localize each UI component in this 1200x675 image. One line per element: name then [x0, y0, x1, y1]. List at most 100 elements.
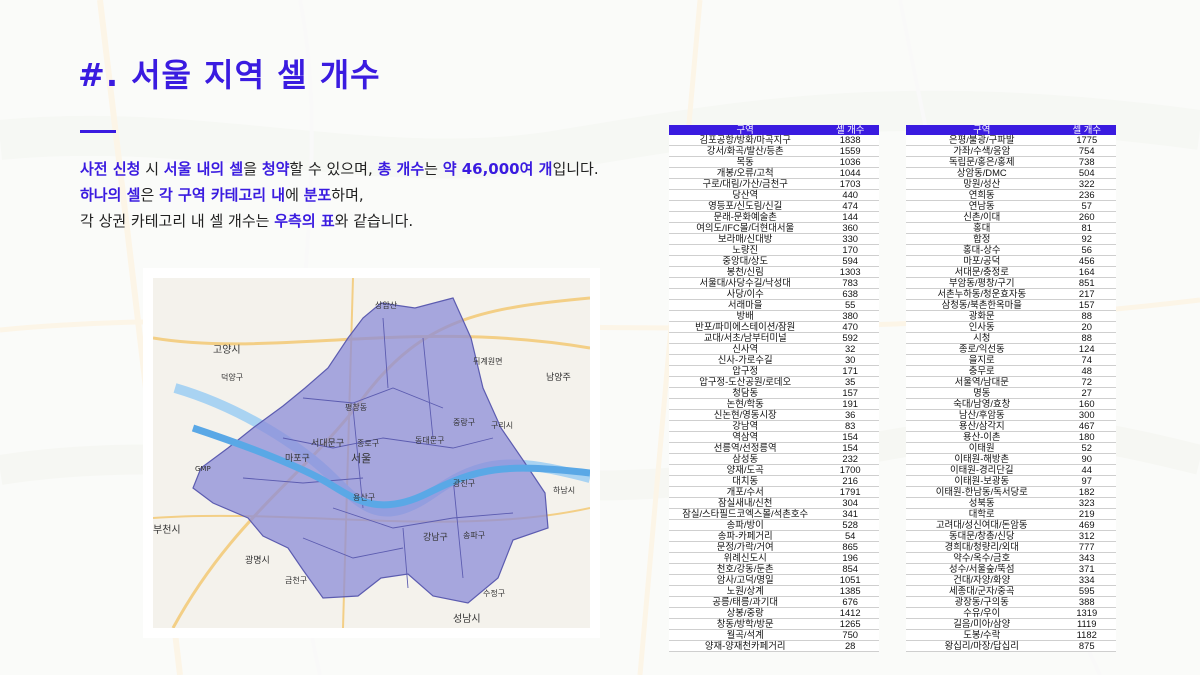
cell-area: 천호/강동/둔촌	[669, 563, 822, 575]
desc-segment: 에	[285, 186, 304, 204]
cell-count: 20	[1057, 321, 1116, 333]
cell-area: 봉천/신림	[669, 266, 822, 278]
cell-area: 대치동	[669, 475, 822, 487]
cell-count: 28	[821, 640, 879, 652]
table-row: 약수/옥수/금호 343	[906, 552, 1116, 564]
cell-area: 시청	[906, 332, 1058, 344]
seoul-map-card: 고양시 덕양구 뒤계원면 남양주 상암산 평창동 서대문구 종로구 동대문구 중…	[143, 268, 600, 638]
table-row: 김포공항/방화/마곡지구 1838	[669, 135, 879, 146]
cell-count: 1559	[821, 145, 879, 157]
table-row: 개포/수서 1791	[669, 486, 879, 498]
cell-count: 322	[1057, 178, 1116, 190]
cell-count: 52	[1057, 442, 1116, 454]
cell-area: 노원/상계	[669, 585, 822, 597]
desc-segment: 청약	[261, 160, 290, 178]
table-row: 방배 380	[669, 310, 879, 322]
cell-area: 이태원-해방촌	[906, 453, 1058, 465]
table-row: 마포/공덕 456	[906, 255, 1116, 267]
cell-count: 343	[1057, 552, 1116, 564]
cell-count: 300	[1057, 409, 1116, 421]
cell-count: 371	[1057, 563, 1116, 575]
table-row: 숙대/남영/효창 160	[906, 398, 1116, 410]
cell-area: 송파/방이	[669, 519, 822, 531]
cell-area: 양재-양재천카페거리	[669, 640, 822, 652]
table-row: 노량진 170	[669, 244, 879, 256]
table-row: 경희대/청량리/외대 777	[906, 541, 1116, 553]
table-row: 당산역 440	[669, 189, 879, 201]
table-row: 신사-가로수길 30	[669, 354, 879, 366]
cell-area: 위례신도시	[669, 552, 822, 564]
table-row: 잠실/스타필드코엑스몰/석촌호수 341	[669, 508, 879, 520]
desc-segment: 할 수 있으며,	[289, 160, 378, 178]
cell-count: 467	[1057, 420, 1116, 432]
table-row: 부암동/평창/구기 851	[906, 277, 1116, 289]
table-row: 용산/삼각지 467	[906, 420, 1116, 432]
table-row: 압구정 171	[669, 365, 879, 377]
desc-segment: 총 개수	[377, 160, 425, 178]
table-row: 이태원-경리단길 44	[906, 464, 1116, 476]
cell-area: 수유/우이	[906, 607, 1058, 619]
cell-count: 83	[821, 420, 879, 432]
table-row: 역삼역 154	[669, 431, 879, 443]
cell-count: 216	[821, 475, 879, 487]
cell-count: 304	[821, 497, 879, 509]
cell-count: 90	[1057, 453, 1116, 465]
cell-area: 강서/화곡/발산/등촌	[669, 145, 822, 157]
table-row: 이태원-한남동/독서당로 182	[906, 486, 1116, 498]
cell-area: 사당/이수	[669, 288, 822, 300]
cell-area: 이태원-한남동/독서당로	[906, 486, 1058, 498]
cell-count: 35	[821, 376, 879, 388]
cell-area: 왕십리/마장/답십리	[906, 640, 1058, 652]
cell-area: 논현/학동	[669, 398, 822, 410]
table-row: 망원/성산 322	[906, 178, 1116, 190]
table-row: 서울역/남대문 72	[906, 376, 1116, 388]
cell-area: 이태원-경리단길	[906, 464, 1058, 476]
map-label-jungnang: 중랑구	[453, 417, 475, 427]
cell-area: 서래마을	[669, 299, 822, 311]
desc-segment: 은	[140, 186, 160, 204]
cell-count: 1319	[1057, 607, 1116, 619]
cell-area: 신논현/영동시장	[669, 409, 822, 421]
table-row: 송파-카페거리 54	[669, 530, 879, 542]
cell-count: 54	[821, 530, 879, 542]
table-row: 창동/방학/방문 1265	[669, 618, 879, 630]
table-row: 합정 92	[906, 233, 1116, 245]
cell-area: 연희동	[906, 189, 1058, 201]
table-row: 잠실새내/신천 304	[669, 497, 879, 509]
table-row: 이태원 52	[906, 442, 1116, 454]
cell-area: 개포/수서	[669, 486, 822, 498]
cell-count: 180	[1057, 431, 1116, 443]
cell-area: 세종대/군자/중곡	[906, 585, 1058, 597]
cell-count: 592	[821, 332, 879, 344]
cell-area: 상암동/DMC	[906, 167, 1058, 179]
table-row: 동대문/창총/신당 312	[906, 530, 1116, 542]
cell-count: 854	[821, 563, 879, 575]
cell-area: 교대/서초/남부터미널	[669, 332, 822, 344]
cell-count: 470	[821, 321, 879, 333]
cell-area: 반포/파미에스테이션/잠원	[669, 321, 822, 333]
map-label-seoul: 서울	[351, 452, 371, 465]
table-row: 노원/상계 1385	[669, 585, 879, 597]
table-row: 왕십리/마장/답십리 875	[906, 640, 1116, 652]
cell-count: 1791	[821, 486, 879, 498]
seoul-map: 고양시 덕양구 뒤계원면 남양주 상암산 평창동 서대문구 종로구 동대문구 중…	[153, 278, 590, 628]
cell-area: 중앙대/상도	[669, 255, 822, 267]
cell-count: 260	[1057, 211, 1116, 223]
table-row: 남산/후암동 300	[906, 409, 1116, 421]
table-row: 대치동 216	[669, 475, 879, 487]
table-row: 논현/학동 191	[669, 398, 879, 410]
desc-segment: 는	[424, 160, 443, 178]
cell-count: 72	[1057, 376, 1116, 388]
cell-area: 여의도/IFC몰/더현대서울	[669, 222, 822, 234]
desc-segment: 사전 신청	[80, 160, 141, 178]
cell-area: 가좌/수색/응암	[906, 145, 1058, 157]
table-row: 문정/가락/거여 865	[669, 541, 879, 553]
cell-count: 219	[1057, 508, 1116, 520]
table-row: 개봉/오류/고척 1044	[669, 167, 879, 179]
page-title: #. 서울 지역 셀 개수	[78, 56, 381, 94]
table-row: 건대/자양/화양 334	[906, 574, 1116, 586]
cell-count: 236	[1057, 189, 1116, 201]
map-label-hanam: 하남시	[553, 485, 575, 495]
table-row: 세종대/군자/중곡 595	[906, 585, 1116, 597]
cell-count: 88	[1057, 332, 1116, 344]
